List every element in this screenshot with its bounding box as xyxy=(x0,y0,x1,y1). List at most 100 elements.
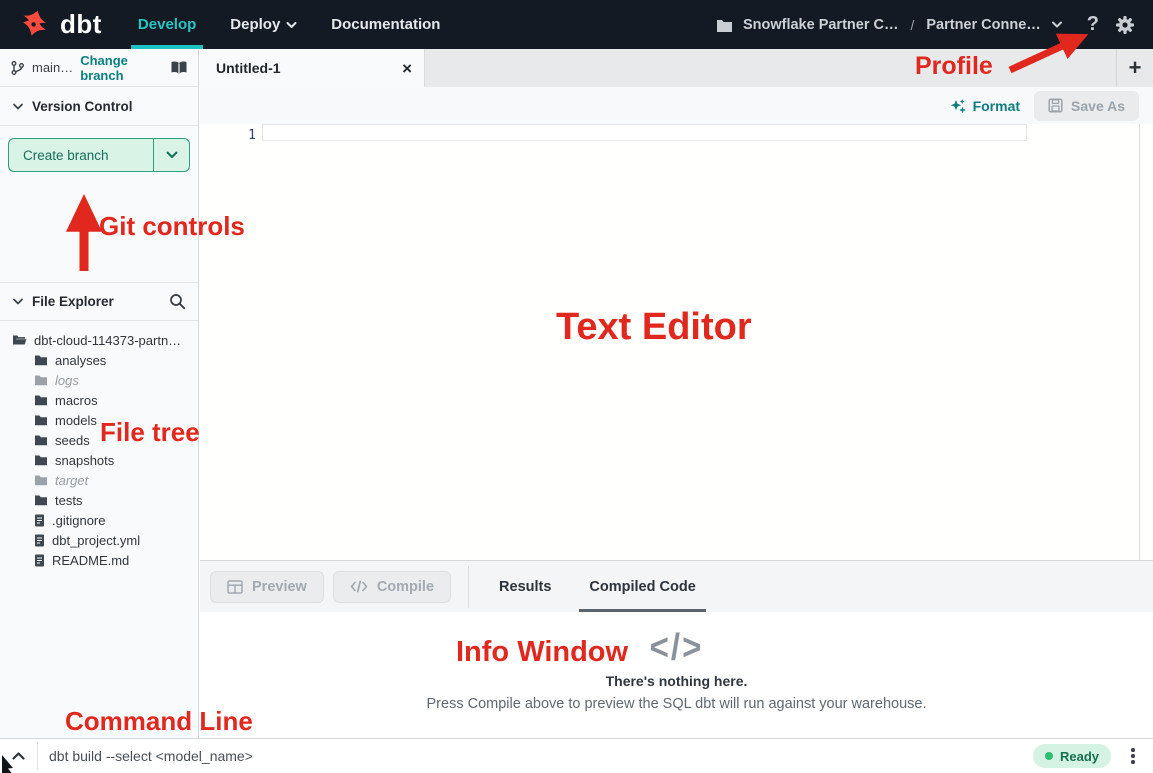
code-icon-large: </> xyxy=(650,626,704,669)
code-icon xyxy=(350,580,368,593)
dbt-logo-text: dbt xyxy=(60,9,102,40)
close-tab-icon[interactable]: × xyxy=(402,60,412,77)
file-explorer-title: File Explorer xyxy=(32,294,114,309)
tab-untitled-1[interactable]: Untitled-1 × xyxy=(200,49,425,87)
nav-documentation[interactable]: Documentation xyxy=(331,0,440,49)
save-as-button[interactable]: Save As xyxy=(1034,91,1139,121)
file-tree-item-label: tests xyxy=(55,493,82,508)
project-name[interactable]: Snowflake Partner C… xyxy=(743,17,899,33)
file-tree-item-label: models xyxy=(55,413,97,428)
dbt-logo[interactable]: dbt xyxy=(16,7,102,43)
empty-state-subtitle: Press Compile above to preview the SQL d… xyxy=(427,696,927,712)
folder-icon xyxy=(34,374,48,386)
create-branch-dropdown[interactable] xyxy=(153,139,189,171)
dbt-logo-icon xyxy=(16,7,52,43)
file-tree-item-label: dbt-cloud-114373-partn… xyxy=(34,333,181,348)
format-label: Format xyxy=(973,98,1020,114)
annotation-file-tree: File tree xyxy=(100,417,200,448)
file-tree-item[interactable]: README.md xyxy=(0,550,198,570)
dbt-cloud-ide: dbt Develop Deploy Documentation Snowfla… xyxy=(0,0,1153,773)
line-number: 1 xyxy=(200,125,256,143)
file-icon xyxy=(34,514,45,527)
annotation-profile: Profile xyxy=(915,52,993,81)
editor-column: Untitled-1 × + Format xyxy=(200,49,1153,738)
file-tree-item[interactable]: macros xyxy=(0,390,198,410)
new-tab-button[interactable]: + xyxy=(1116,49,1153,87)
current-branch-label: main… xyxy=(32,60,73,75)
create-branch-button[interactable]: Create branch xyxy=(8,138,190,172)
file-tree-item-label: dbt_project.yml xyxy=(52,533,140,548)
file-tree-item[interactable]: tests xyxy=(0,490,198,510)
nav-develop[interactable]: Develop xyxy=(138,0,196,49)
nav-deploy[interactable]: Deploy xyxy=(230,0,297,49)
folder-icon xyxy=(34,394,48,406)
file-tree-item[interactable]: snapshots xyxy=(0,450,198,470)
annotation-git-controls: Git controls xyxy=(99,211,245,242)
preview-label: Preview xyxy=(252,579,307,595)
file-tree-item-label: README.md xyxy=(52,553,129,568)
compile-label: Compile xyxy=(377,579,434,595)
chevron-down-icon xyxy=(286,21,297,29)
tab-results[interactable]: Results xyxy=(499,561,551,612)
folder-icon xyxy=(34,434,48,446)
save-as-label: Save As xyxy=(1071,98,1125,114)
change-branch-link[interactable]: Change branch xyxy=(80,53,163,83)
file-tree-item-label: macros xyxy=(55,393,98,408)
file-tree-item-label: logs xyxy=(55,373,79,388)
tab-label: Untitled-1 xyxy=(216,60,281,76)
kebab-menu-icon[interactable] xyxy=(1123,748,1143,764)
save-icon xyxy=(1048,98,1063,113)
preview-button[interactable]: Preview xyxy=(210,571,324,603)
top-navbar: dbt Develop Deploy Documentation Snowfla… xyxy=(0,0,1153,49)
environment-name[interactable]: Partner Conne… xyxy=(926,17,1040,33)
version-control-header[interactable]: Version Control xyxy=(0,87,198,126)
status-label: Ready xyxy=(1060,749,1099,764)
chevron-up-icon[interactable] xyxy=(0,751,37,761)
search-icon[interactable] xyxy=(169,293,186,310)
table-icon xyxy=(227,580,243,594)
chevron-down-icon xyxy=(12,297,24,306)
annotation-info-window: Info Window xyxy=(456,636,628,669)
gear-icon[interactable] xyxy=(1115,15,1135,35)
folder-open-icon xyxy=(12,334,27,346)
file-tree-item[interactable]: dbt-cloud-114373-partn… xyxy=(0,330,198,350)
folder-icon xyxy=(34,494,48,506)
tab-bar-filler xyxy=(425,49,1116,87)
folder-icon xyxy=(34,454,48,466)
chevron-down-icon[interactable] xyxy=(1051,20,1063,29)
command-input[interactable] xyxy=(38,748,1033,764)
main-nav: Develop Deploy Documentation xyxy=(138,0,441,49)
version-control-title: Version Control xyxy=(32,99,133,114)
file-icon xyxy=(34,534,45,547)
file-tree-item-label: seeds xyxy=(55,433,90,448)
file-tree-item[interactable]: target xyxy=(0,470,198,490)
format-button[interactable]: Format xyxy=(950,98,1020,114)
annotation-command-line: Command Line xyxy=(65,706,253,737)
help-icon[interactable]: ? xyxy=(1087,13,1099,36)
chevron-down-icon xyxy=(12,102,24,111)
file-explorer-header[interactable]: File Explorer xyxy=(0,282,198,321)
nav-deploy-label: Deploy xyxy=(230,16,280,33)
editor-scrollbar-divider xyxy=(1139,124,1140,560)
git-branch-icon xyxy=(10,60,25,76)
empty-state-title: There's nothing here. xyxy=(606,673,748,689)
navbar-right: Snowflake Partner C… / Partner Conne… ? xyxy=(716,13,1135,36)
nav-develop-label: Develop xyxy=(138,16,196,33)
status-badge: Ready xyxy=(1033,744,1111,768)
docs-book-icon[interactable] xyxy=(170,60,188,75)
annotation-text-editor: Text Editor xyxy=(556,306,752,349)
file-tree-item-label: target xyxy=(55,473,88,488)
tab-compiled-code[interactable]: Compiled Code xyxy=(579,561,705,612)
compile-button[interactable]: Compile xyxy=(333,571,451,603)
file-tree-item[interactable]: dbt_project.yml xyxy=(0,530,198,550)
file-tree-item[interactable]: .gitignore xyxy=(0,510,198,530)
create-branch-label[interactable]: Create branch xyxy=(9,139,153,171)
breadcrumb-separator: / xyxy=(910,17,914,33)
file-tree-item[interactable]: logs xyxy=(0,370,198,390)
active-line-highlight[interactable] xyxy=(262,124,1027,141)
file-icon xyxy=(34,554,45,567)
file-tree-item[interactable]: analyses xyxy=(0,350,198,370)
sparkle-icon xyxy=(950,98,966,114)
file-tree-item-label: .gitignore xyxy=(52,513,105,528)
bottom-panel-toolbar: Preview Compile Results Compiled Code xyxy=(200,560,1153,612)
